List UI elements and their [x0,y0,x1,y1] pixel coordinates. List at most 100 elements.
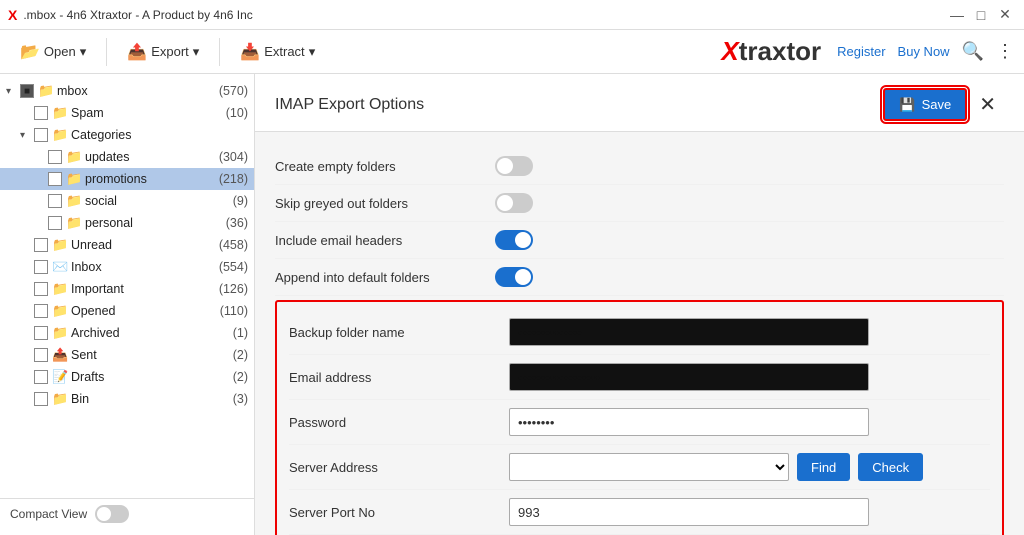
list-item[interactable]: 📁 Bin (3) [0,388,254,410]
menu-icon[interactable]: ⋮ [996,41,1014,62]
list-item[interactable]: 📁 Opened (110) [0,300,254,322]
backup-folder-label: Backup folder name [289,325,489,340]
export-button[interactable]: 📤 Export ▾ [117,37,209,67]
extract-button[interactable]: 📥 Extract ▾ [230,37,325,67]
include-headers-label: Include email headers [275,233,475,248]
include-headers-toggle[interactable] [495,230,533,250]
brand-x-icon: X [721,36,738,67]
tree-root[interactable]: ▾ ■ 📁 mbox (570) [0,80,254,102]
list-item[interactable]: 📁 updates (304) [0,146,254,168]
drafts-label: Drafts [71,370,230,384]
option-row-password: Password [289,400,990,445]
important-folder-icon: 📁 [52,281,68,297]
extract-arrow-icon: ▾ [309,44,316,60]
open-button[interactable]: 📂 Open ▾ [10,37,96,67]
sent-count: (2) [233,348,248,362]
export-label: Export [151,44,189,59]
tree-check-drafts[interactable] [34,370,48,384]
tree-check-personal[interactable] [48,216,62,230]
list-item[interactable]: 📁 promotions (218) [0,168,254,190]
options-content: Create empty folders Skip greyed out fol… [255,132,1024,535]
list-item[interactable]: 📤 Sent (2) [0,344,254,366]
list-item[interactable]: ▾ 📁 Categories [0,124,254,146]
save-icon: 💾 [899,97,915,113]
open-label: Open [44,44,76,59]
tree-check-important[interactable] [34,282,48,296]
option-row-server-port: Server Port No [289,490,990,535]
email-input[interactable] [509,363,869,391]
brand-logo: X traxtor [721,36,821,67]
find-button[interactable]: Find [797,453,850,481]
toolbar-divider-2 [219,38,220,66]
opened-count: (110) [220,304,248,318]
append-default-control [495,267,1004,287]
tree-check-social[interactable] [48,194,62,208]
root-label: mbox [57,84,216,98]
list-item[interactable]: 📝 Drafts (2) [0,366,254,388]
important-label: Important [71,282,216,296]
unread-count: (458) [219,238,248,252]
server-port-input[interactable] [509,498,869,526]
social-label: social [85,194,230,208]
inbox-icon: ✉️ [52,259,68,275]
compact-view-label: Compact View [10,507,87,521]
buy-now-link[interactable]: Buy Now [898,44,950,59]
updates-label: updates [85,150,216,164]
check-button[interactable]: Check [858,453,923,481]
list-item[interactable]: 📁 personal (36) [0,212,254,234]
tree-check-sent[interactable] [34,348,48,362]
promotions-folder-icon: 📁 [66,171,82,187]
tree-check-opened[interactable] [34,304,48,318]
tree-check-spam[interactable] [34,106,48,120]
minimize-button[interactable]: — [946,4,968,26]
list-item[interactable]: 📁 Important (126) [0,278,254,300]
skip-greyed-toggle[interactable] [495,193,533,213]
important-count: (126) [219,282,248,296]
register-link[interactable]: Register [837,44,885,59]
tree-check-categories[interactable] [34,128,48,142]
email-control [509,363,990,391]
tree-check-updates[interactable] [48,150,62,164]
toolbar-divider-1 [106,38,107,66]
tree-check-promotions[interactable] [48,172,62,186]
sent-icon: 📤 [52,347,68,363]
server-address-label: Server Address [289,460,489,475]
unread-folder-icon: 📁 [52,237,68,253]
tree-check-bin[interactable] [34,392,48,406]
spam-label: Spam [71,106,223,120]
tree-check-root[interactable]: ■ [20,84,34,98]
toolbar: 📂 Open ▾ 📤 Export ▾ 📥 Extract ▾ X traxto… [0,30,1024,74]
personal-label: personal [85,216,223,230]
window-close-button[interactable]: ✕ [994,4,1016,26]
create-empty-toggle[interactable] [495,156,533,176]
list-item[interactable]: 📁 Spam (10) [0,102,254,124]
social-folder-icon: 📁 [66,193,82,209]
search-icon[interactable]: 🔍 [962,41,984,62]
append-default-toggle[interactable] [495,267,533,287]
maximize-button[interactable]: □ [970,4,992,26]
password-label: Password [289,415,489,430]
compact-view-toggle[interactable] [95,505,129,523]
backup-folder-input[interactable] [509,318,869,346]
toggle-knob [97,507,111,521]
skip-greyed-control [495,193,1004,213]
bin-folder-icon: 📁 [52,391,68,407]
spam-folder-icon: 📁 [52,105,68,121]
server-address-select[interactable] [509,453,789,481]
titlebar-left: X .mbox - 4n6 Xtraxtor - A Product by 4n… [8,7,253,23]
list-item[interactable]: 📁 Archived (1) [0,322,254,344]
password-input[interactable] [509,408,869,436]
save-button[interactable]: 💾 Save [883,88,967,121]
tree-check-inbox[interactable] [34,260,48,274]
list-item[interactable]: 📁 social (9) [0,190,254,212]
panel-close-button[interactable]: ✕ [971,88,1004,121]
tree-check-archived[interactable] [34,326,48,340]
list-item[interactable]: 📁 Unread (458) [0,234,254,256]
list-item[interactable]: ✉️ Inbox (554) [0,256,254,278]
input-section: Backup folder name Email address Passwor… [275,300,1004,535]
brand-area: X traxtor Register Buy Now 🔍 ⋮ [721,36,1014,67]
drafts-count: (2) [233,370,248,384]
tree-arrow-icon: ▾ [6,86,20,97]
titlebar: X .mbox - 4n6 Xtraxtor - A Product by 4n… [0,0,1024,30]
tree-check-unread[interactable] [34,238,48,252]
